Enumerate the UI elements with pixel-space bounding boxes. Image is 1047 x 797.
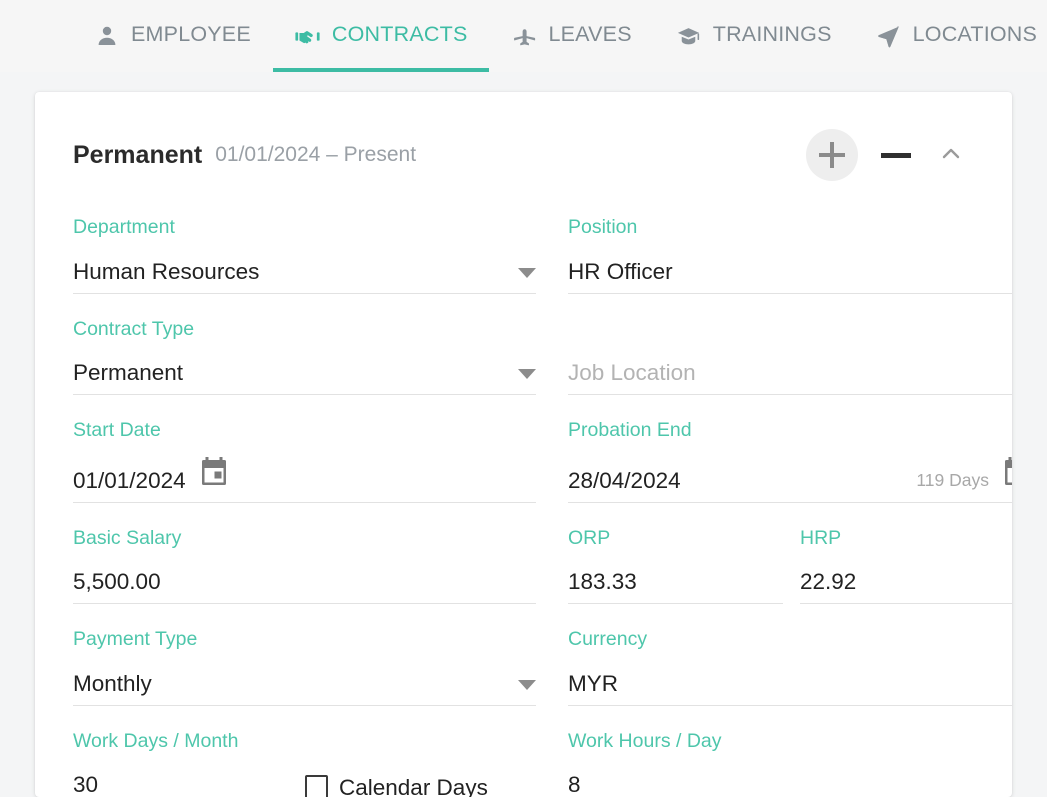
form-row-contracttype-joblocation: Contract Type Permanent Job Location [73,320,974,396]
remove-contract-button[interactable] [880,139,912,171]
calendar-icon[interactable] [200,457,228,492]
contract-type-select[interactable]: Permanent [73,355,536,395]
field-label: Probation End [568,421,1012,441]
calendar-icon[interactable] [1003,457,1012,492]
field-value: MYR [568,672,618,696]
payment-type-select[interactable]: Monthly [73,666,536,706]
form-row-department-position: Department Human Resources Position HR O… [73,218,974,294]
handshake-icon [295,23,321,49]
field-label: ORP [568,529,783,549]
field-value: 28/04/2024 [568,469,681,493]
basic-salary-input[interactable]: 5,500.00 [73,564,536,604]
contract-card: Permanent 01/01/2024 – Present [35,92,1012,797]
plus-icon [819,142,845,168]
job-location-input[interactable]: Job Location [568,355,1012,395]
chevron-down-icon [518,680,536,690]
field-label: Start Date [73,421,536,441]
field-position: Position HR Officer [568,218,1012,294]
graduation-cap-icon [676,23,702,49]
field-start-date: Start Date 01/01/2024 [73,421,536,503]
department-select[interactable]: Human Resources [73,254,536,294]
field-label: Work Hours / Day [568,732,1012,752]
field-work-hours-day: Work Hours / Day 8 [568,732,1012,797]
primary-tab-bar: EMPLOYEE CONTRACTS LEAVES TRAINI [0,0,1047,72]
tab-locations[interactable]: LOCATIONS [854,0,1047,72]
start-date-input[interactable]: 01/01/2024 [73,457,536,503]
collapse-card-button[interactable] [934,138,968,172]
field-department: Department Human Resources [73,218,536,294]
field-label: Payment Type [73,630,536,650]
add-contract-button[interactable] [806,129,858,181]
card-header-actions [806,129,974,181]
probation-days-count: 119 Days [916,470,989,493]
field-value: 183.33 [568,570,637,594]
form-row-workdays: Work Days / Month 30 Calendar Days Work … [73,732,974,797]
field-value: 30 [73,773,98,797]
probation-end-input[interactable]: 28/04/2024 119 Days [568,457,1012,503]
checkbox-label: Calendar Days [339,775,488,797]
field-label: Position [568,218,1012,238]
calendar-days-checkbox[interactable]: Calendar Days [305,775,488,797]
field-value: Monthly [73,672,152,696]
field-label: Department [73,218,536,238]
field-hrp: HRP 22.92 [800,529,1012,605]
airplane-icon [511,23,537,49]
tab-trainings[interactable]: TRAININGS [654,0,854,72]
tab-contracts[interactable]: CONTRACTS [273,0,490,72]
field-value: Permanent [73,361,183,385]
field-label: Work Days / Month [73,732,269,752]
field-job-location: Job Location [568,320,1012,396]
tab-leaves[interactable]: LEAVES [489,0,653,72]
chevron-down-icon [518,369,536,379]
field-value: 5,500.00 [73,570,161,594]
field-placeholder: Job Location [568,361,696,385]
chevron-down-icon [518,268,536,278]
tab-label: LOCATIONS [913,24,1037,48]
field-currency: Currency MYR [568,630,1012,706]
field-orp: ORP 183.33 [568,529,783,605]
field-label: Contract Type [73,320,536,340]
field-value: Human Resources [73,260,259,284]
field-value: 01/01/2024 [73,469,186,493]
field-label: HRP [800,529,1012,549]
field-probation-end: Probation End 28/04/2024 119 Days [568,421,1012,503]
page-body: Permanent 01/01/2024 – Present [0,72,1047,797]
contract-title: Permanent [73,141,202,170]
checkbox-box-icon [305,775,328,797]
field-value: HR Officer [568,260,673,284]
form-row-payment: Payment Type Monthly Currency MYR [73,630,974,706]
field-label: Currency [568,630,1012,650]
form-row-dates: Start Date 01/01/2024 [73,421,974,503]
hrp-input[interactable]: 22.92 [800,564,1012,604]
tab-label: EMPLOYEE [131,24,251,48]
position-select[interactable]: HR Officer [568,254,1012,294]
form-row-salary: Basic Salary 5,500.00 ORP 183.33 HRP [73,529,974,605]
currency-select[interactable]: MYR [568,666,1012,706]
person-icon [94,23,120,49]
tab-employee[interactable]: EMPLOYEE [72,0,273,72]
field-value: 8 [568,773,581,797]
tab-label: LEAVES [548,24,631,48]
tab-label: TRAININGS [713,24,832,48]
field-payment-type: Payment Type Monthly [73,630,536,706]
tab-label: CONTRACTS [332,24,468,48]
field-label: Basic Salary [73,529,536,549]
contract-date-range: 01/01/2024 – Present [215,143,416,167]
field-contract-type: Contract Type Permanent [73,320,536,396]
orp-input[interactable]: 183.33 [568,564,783,604]
field-basic-salary: Basic Salary 5,500.00 [73,529,536,605]
contract-card-header: Permanent 01/01/2024 – Present [73,126,974,184]
field-value: 22.92 [800,570,856,594]
field-work-days-month: Work Days / Month 30 [73,732,269,797]
chevron-up-icon [937,140,965,171]
navigation-icon [876,23,902,49]
